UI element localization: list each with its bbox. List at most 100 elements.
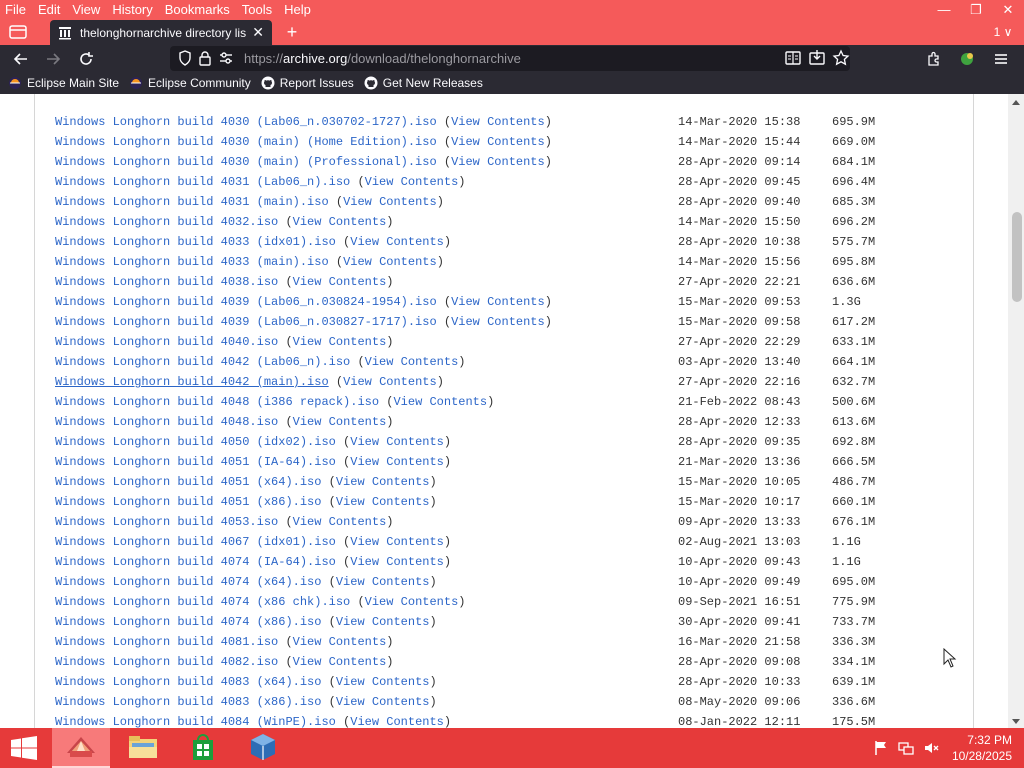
view-contents-link[interactable]: View Contents <box>343 195 437 209</box>
file-link[interactable]: Windows Longhorn build 4082.iso <box>55 655 278 669</box>
file-link[interactable]: Windows Longhorn build 4039 (Lab06_n.030… <box>55 315 437 329</box>
file-link[interactable]: Windows Longhorn build 4030 (Lab06_n.030… <box>55 115 437 129</box>
file-link[interactable]: Windows Longhorn build 4038.iso <box>55 275 278 289</box>
view-contents-link[interactable]: View Contents <box>365 355 459 369</box>
view-contents-link[interactable]: View Contents <box>336 695 430 709</box>
scroll-up-arrow-icon[interactable] <box>1012 97 1020 105</box>
file-link[interactable]: Windows Longhorn build 4032.iso <box>55 215 278 229</box>
view-contents-link[interactable]: View Contents <box>336 495 430 509</box>
menu-tools[interactable]: Tools <box>236 0 278 20</box>
scrollbar-thumb[interactable] <box>1012 212 1022 302</box>
file-link[interactable]: Windows Longhorn build 4074 (IA-64).iso <box>55 555 336 569</box>
forward-arrow-icon[interactable] <box>42 48 64 70</box>
view-contents-link[interactable]: View Contents <box>336 475 430 489</box>
view-contents-link[interactable]: View Contents <box>350 455 444 469</box>
menu-view[interactable]: View <box>66 0 106 20</box>
view-contents-link[interactable]: View Contents <box>350 435 444 449</box>
tab-active[interactable]: thelonghornarchive directory lis ✕ <box>50 20 272 45</box>
menu-file[interactable]: File <box>0 0 32 20</box>
restore-button[interactable]: ❐ <box>960 0 992 20</box>
file-link[interactable]: Windows Longhorn build 4081.iso <box>55 635 278 649</box>
view-contents-link[interactable]: View Contents <box>293 275 387 289</box>
view-contents-link[interactable]: View Contents <box>343 255 437 269</box>
list-all-tabs-button[interactable]: 1 ∨ <box>986 23 1020 42</box>
file-link[interactable]: Windows Longhorn build 4040.iso <box>55 335 278 349</box>
flag-notification-icon[interactable] <box>874 740 888 759</box>
bookmark-get-new-releases[interactable]: Get New Releases <box>364 76 483 90</box>
file-link[interactable]: Windows Longhorn build 4042 (Lab06_n).is… <box>55 355 350 369</box>
bookmark-eclipse-main-site[interactable]: Eclipse Main Site <box>8 76 119 90</box>
file-link[interactable]: Windows Longhorn build 4030 (main) (Home… <box>55 135 437 149</box>
file-link[interactable]: Windows Longhorn build 4033 (idx01).iso <box>55 235 336 249</box>
file-link[interactable]: Windows Longhorn build 4051 (x64).iso <box>55 475 321 489</box>
back-arrow-icon[interactable] <box>10 48 32 70</box>
view-contents-link[interactable]: View Contents <box>365 595 459 609</box>
bookmark-star-icon[interactable] <box>832 49 850 70</box>
taskbar-clock[interactable]: 7:32 PM 10/28/2025 <box>952 732 1012 764</box>
view-contents-link[interactable]: View Contents <box>293 215 387 229</box>
file-link[interactable]: Windows Longhorn build 4048 (i386 repack… <box>55 395 379 409</box>
view-contents-link[interactable]: View Contents <box>350 235 444 249</box>
view-contents-link[interactable]: View Contents <box>293 655 387 669</box>
bookmark-report-issues[interactable]: Report Issues <box>261 76 354 90</box>
volume-muted-icon[interactable] <box>924 740 940 759</box>
url-text[interactable]: https://archive.org/download/thelonghorn… <box>244 51 521 66</box>
view-contents-link[interactable]: View Contents <box>350 715 444 728</box>
file-link[interactable]: Windows Longhorn build 4051 (IA-64).iso <box>55 455 336 469</box>
menu-history[interactable]: History <box>106 0 158 20</box>
extension-green-icon[interactable] <box>956 48 978 70</box>
view-contents-link[interactable]: View Contents <box>336 615 430 629</box>
network-icon[interactable] <box>898 740 914 759</box>
file-link[interactable]: Windows Longhorn build 4039 (Lab06_n.030… <box>55 295 437 309</box>
file-link[interactable]: Windows Longhorn build 4074 (x64).iso <box>55 575 321 589</box>
view-contents-link[interactable]: View Contents <box>451 135 545 149</box>
view-contents-link[interactable]: View Contents <box>350 535 444 549</box>
pocket-save-icon[interactable] <box>808 49 826 70</box>
file-link[interactable]: Windows Longhorn build 4048.iso <box>55 415 278 429</box>
extensions-puzzle-icon[interactable] <box>923 48 945 70</box>
address-bar[interactable]: https://archive.org/download/thelonghorn… <box>170 46 850 71</box>
view-contents-link[interactable]: View Contents <box>365 175 459 189</box>
file-link[interactable]: Windows Longhorn build 4084 (WinPE).iso <box>55 715 336 728</box>
menu-edit[interactable]: Edit <box>32 0 66 20</box>
taskbar-virtualbox[interactable] <box>234 728 292 768</box>
taskbar-firefox[interactable] <box>52 728 110 768</box>
minimize-button[interactable]: — <box>928 0 960 20</box>
file-link[interactable]: Windows Longhorn build 4083 (x86).iso <box>55 695 321 709</box>
file-link[interactable]: Windows Longhorn build 4050 (idx02).iso <box>55 435 336 449</box>
taskbar-file-explorer[interactable] <box>114 728 172 768</box>
view-contents-link[interactable]: View Contents <box>451 295 545 309</box>
taskbar-store[interactable] <box>174 728 232 768</box>
vertical-scrollbar[interactable] <box>1008 94 1024 728</box>
view-contents-link[interactable]: View Contents <box>293 515 387 529</box>
view-contents-link[interactable]: View Contents <box>293 335 387 349</box>
view-contents-link[interactable]: View Contents <box>451 115 545 129</box>
file-link[interactable]: Windows Longhorn build 4031 (Lab06_n).is… <box>55 175 350 189</box>
file-link[interactable]: Windows Longhorn build 4033 (main).iso <box>55 255 329 269</box>
file-link[interactable]: Windows Longhorn build 4067 (idx01).iso <box>55 535 336 549</box>
view-contents-link[interactable]: View Contents <box>336 575 430 589</box>
view-contents-link[interactable]: View Contents <box>451 155 545 169</box>
view-contents-link[interactable]: View Contents <box>393 395 487 409</box>
reader-view-icon[interactable] <box>784 49 802 70</box>
view-contents-link[interactable]: View Contents <box>336 675 430 689</box>
view-contents-link[interactable]: View Contents <box>293 635 387 649</box>
menu-bookmarks[interactable]: Bookmarks <box>159 0 236 20</box>
view-contents-link[interactable]: View Contents <box>293 415 387 429</box>
permissions-icon[interactable] <box>218 50 234 69</box>
file-link[interactable]: Windows Longhorn build 4053.iso <box>55 515 278 529</box>
firefox-view-icon[interactable] <box>8 23 30 41</box>
view-contents-link[interactable]: View Contents <box>343 375 437 389</box>
file-link[interactable]: Windows Longhorn build 4083 (x64).iso <box>55 675 321 689</box>
scroll-down-arrow-icon[interactable] <box>1012 717 1020 725</box>
view-contents-link[interactable]: View Contents <box>350 555 444 569</box>
file-link[interactable]: Windows Longhorn build 4031 (main).iso <box>55 195 329 209</box>
lock-icon[interactable] <box>198 50 212 69</box>
reload-icon[interactable] <box>75 48 97 70</box>
close-window-button[interactable]: ✕ <box>992 0 1024 20</box>
view-contents-link[interactable]: View Contents <box>451 315 545 329</box>
file-link[interactable]: Windows Longhorn build 4074 (x86 chk).is… <box>55 595 350 609</box>
hamburger-menu-icon[interactable] <box>990 48 1012 70</box>
windows-start-icon[interactable] <box>9 736 39 760</box>
file-link[interactable]: Windows Longhorn build 4074 (x86).iso <box>55 615 321 629</box>
